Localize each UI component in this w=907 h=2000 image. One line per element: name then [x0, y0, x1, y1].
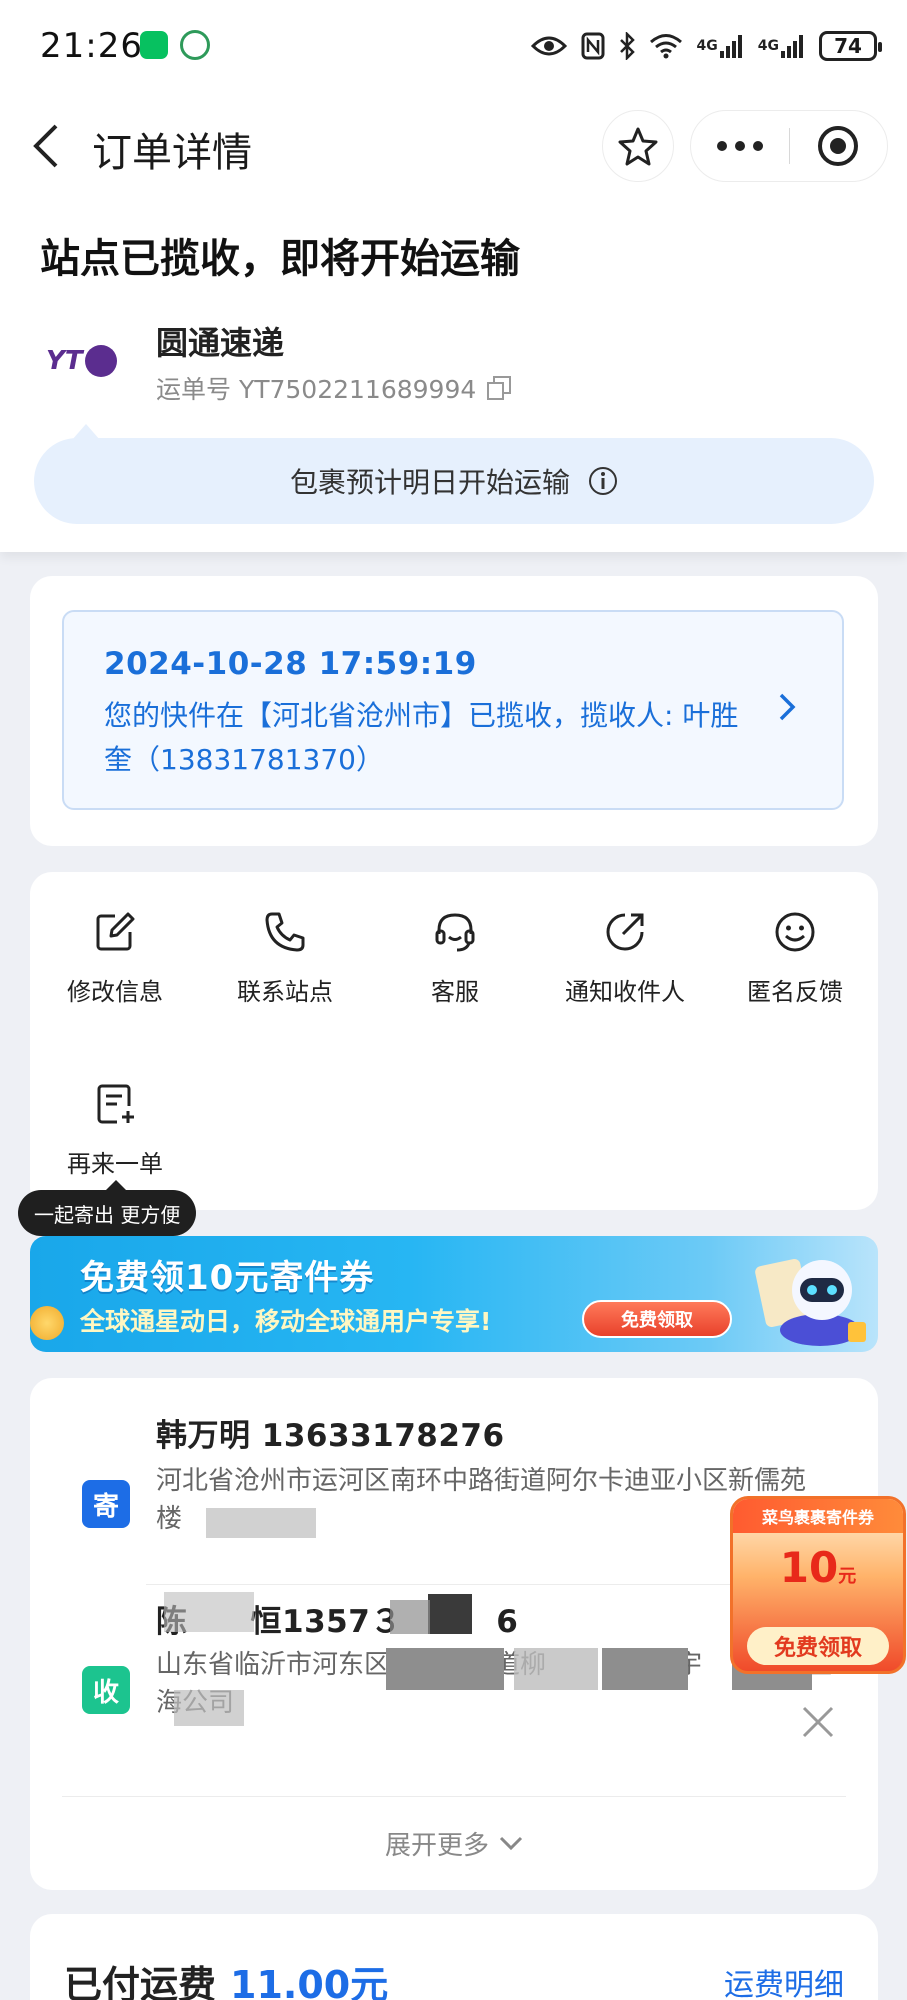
close-miniprogram-button[interactable]	[790, 110, 888, 182]
privacy-mosaic	[602, 1648, 688, 1690]
chevron-right-icon	[779, 693, 796, 721]
privacy-mosaic	[390, 1600, 430, 1634]
privacy-mosaic	[386, 1648, 504, 1690]
signal-icon-2: 4G	[758, 33, 805, 59]
favorite-button[interactable]	[602, 110, 674, 182]
action-label: 客服	[431, 978, 479, 1006]
wechat-icon	[140, 31, 168, 59]
promo-banner[interactable]: 免费领10元寄件券 全球通星动日，移动全球通用户专享! 免费领取	[30, 1236, 878, 1352]
waybill-row: 运单号 YT7502211689994	[156, 370, 512, 406]
app-notification-icon	[180, 30, 210, 60]
smile-icon	[771, 910, 819, 954]
action-label: 联系站点	[237, 978, 333, 1006]
fee-card: 已付运费 11.00元 运费明细	[30, 1914, 878, 2000]
page-title: 订单详情	[92, 130, 252, 176]
floating-coupon-header: 菜鸟裹裹寄件券	[733, 1499, 903, 1533]
chevron-down-icon	[499, 1836, 523, 1851]
courier-logo-text: YT	[46, 346, 83, 376]
fee-detail-link[interactable]: 运费明细	[724, 1960, 844, 2000]
action-label: 匿名反馈	[747, 978, 843, 1006]
close-icon	[802, 1706, 834, 1738]
fee-summary: 已付运费 11.00元	[64, 1954, 388, 2000]
order-status-heading: 站点已揽收，即将开始运输	[40, 236, 520, 282]
action-label: 再来一单	[67, 1150, 163, 1178]
privacy-mosaic	[164, 1592, 254, 1632]
status-bar: 21:26 4G 4G 74	[0, 0, 907, 92]
privacy-mosaic	[428, 1594, 472, 1634]
network-type-2: 4G	[757, 38, 779, 54]
action-reorder[interactable]: 再来一单	[30, 1044, 200, 1178]
signal-icon-1: 4G	[697, 33, 744, 59]
tracking-card: 2024-10-28 17:59:19 您的快件在【河北省沧州市】已揽收，揽收人…	[30, 576, 878, 846]
star-icon	[618, 127, 658, 166]
coin-decoration	[30, 1306, 64, 1340]
expand-more-label: 展开更多	[384, 1830, 489, 1861]
action-contact-station[interactable]: 联系站点	[200, 872, 370, 1006]
robot-mascot-icon	[755, 1259, 866, 1346]
action-notify-receiver[interactable]: 通知收件人	[540, 872, 710, 1006]
close-floating-coupon-button[interactable]	[796, 1700, 840, 1744]
nfc-icon	[581, 32, 605, 60]
action-customer-service[interactable]: 客服	[370, 872, 540, 1006]
network-type-1: 4G	[696, 38, 718, 54]
action-label: 通知收件人	[565, 978, 685, 1006]
waybill-number: 运单号 YT7502211689994	[156, 375, 477, 404]
actions-card: 修改信息 联系站点 客服 通知收件人 匿名反馈 再来一单	[30, 872, 878, 1210]
phone-icon	[261, 910, 309, 954]
more-button[interactable]	[691, 110, 789, 182]
receiver-tag: 收	[82, 1666, 130, 1714]
target-close-icon	[818, 126, 859, 166]
order-header-area: 21:26 4G 4G 74 订单详情 站点已揽收，即将开始运输 YT 圆通速递…	[0, 0, 907, 552]
edit-icon	[91, 910, 139, 954]
copy-icon[interactable]	[486, 375, 512, 401]
eye-icon	[530, 34, 567, 58]
courier-logo: YT	[46, 335, 118, 387]
action-edit-info[interactable]: 修改信息	[30, 872, 200, 1006]
coupon-unit: 元	[838, 1566, 857, 1587]
bluetooth-icon	[619, 32, 635, 60]
transport-notice-text: 包裹预计明日开始运输	[289, 466, 570, 499]
privacy-mosaic	[206, 1508, 316, 1538]
banner-title: 免费领10元寄件券	[80, 1258, 375, 1298]
banner-subtitle: 全球通星动日，移动全球通用户专享!	[80, 1307, 492, 1336]
reorder-icon	[91, 1082, 139, 1126]
back-button[interactable]	[26, 120, 66, 172]
miniprogram-capsule	[690, 110, 888, 182]
floating-coupon-claim-button[interactable]: 免费领取	[747, 1627, 889, 1665]
action-anonymous-feedback[interactable]: 匿名反馈	[710, 872, 880, 1006]
headset-icon	[431, 910, 479, 954]
coupon-amount: 10	[779, 1543, 839, 1592]
floating-coupon[interactable]: 菜鸟裹裹寄件券 10元 免费领取	[730, 1496, 906, 1674]
fee-amount: 11.00元	[230, 1963, 389, 2000]
status-icons: 4G 4G 74	[530, 28, 882, 64]
expand-more-button[interactable]: 展开更多	[30, 1818, 878, 1868]
courier-logo-badge	[84, 345, 117, 377]
courier-name: 圆通速递	[156, 324, 285, 362]
latest-tracking-event[interactable]: 2024-10-28 17:59:19 您的快件在【河北省沧州市】已揽收，揽收人…	[62, 610, 844, 810]
back-arrow-icon	[33, 124, 58, 168]
tracking-time: 2024-10-28 17:59:19	[104, 646, 477, 682]
reorder-tooltip: 一起寄出 更方便	[18, 1180, 197, 1236]
share-icon	[601, 910, 649, 954]
transport-notice[interactable]: 包裹预计明日开始运输	[34, 438, 874, 524]
floating-coupon-value: 10元	[733, 1543, 903, 1592]
sender-tag: 寄	[82, 1480, 130, 1528]
more-dots-icon	[716, 141, 763, 151]
tracking-text: 您的快件在【河北省沧州市】已揽收，揽收人: 叶胜奎（13831781370）	[104, 699, 739, 776]
status-time: 21:26	[40, 26, 143, 66]
sender-name-phone: 韩万明 13633178276	[156, 1418, 505, 1454]
expand-divider	[62, 1796, 846, 1797]
fee-label: 已付运费	[64, 1963, 217, 2000]
wifi-icon	[649, 33, 683, 59]
action-label: 修改信息	[67, 978, 163, 1006]
info-icon	[589, 467, 617, 495]
privacy-mosaic	[514, 1648, 598, 1690]
banner-claim-button[interactable]: 免费领取	[582, 1300, 732, 1338]
battery-indicator: 74	[819, 31, 882, 61]
privacy-mosaic	[174, 1690, 244, 1726]
